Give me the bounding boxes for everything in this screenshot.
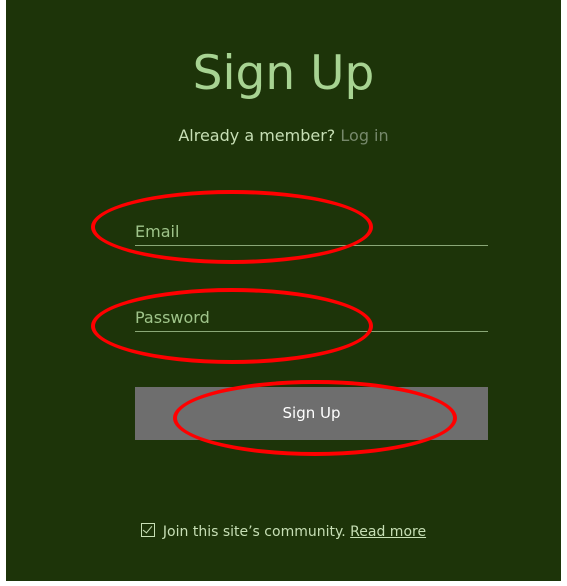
signup-button[interactable]: Sign Up [135,387,488,440]
member-prompt-text: Already a member? [178,126,336,145]
read-more-link[interactable]: Read more [350,524,426,540]
page-title: Sign Up [192,46,375,101]
signup-panel: Sign Up Already a member? Log in Sign Up… [6,0,561,581]
community-row: Join this site’s community. Read more [6,521,561,543]
login-link[interactable]: Log in [340,126,388,145]
member-prompt-row: Already a member? Log in [6,125,561,147]
community-checkbox[interactable] [140,523,155,537]
password-field[interactable] [135,305,488,332]
community-label: Join this site’s community. [162,524,346,540]
email-field[interactable] [135,219,488,246]
